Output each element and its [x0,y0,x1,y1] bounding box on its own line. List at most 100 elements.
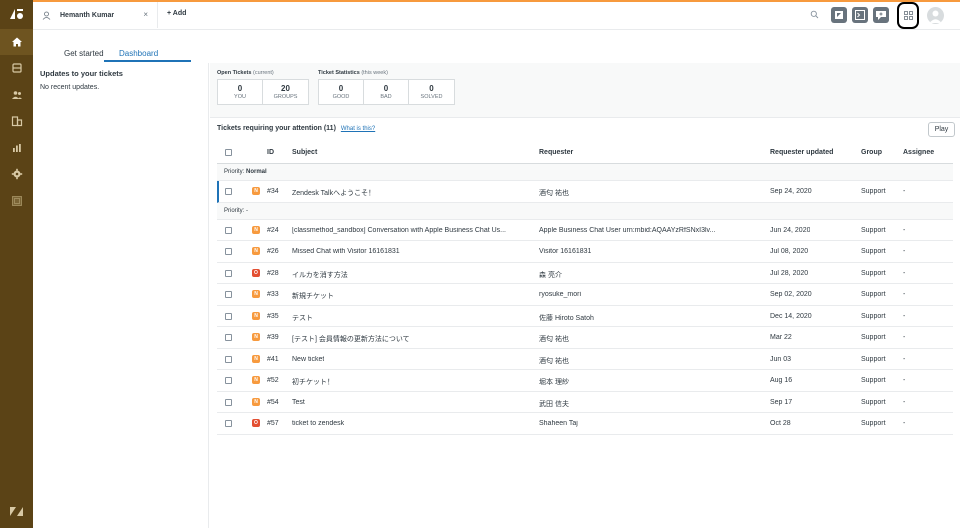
what-is-this-link[interactable]: What is this? [341,126,375,132]
updates-title: Updates to your tickets [40,69,123,78]
ticket-requester: ryosuke_mori [539,291,582,298]
ticket-subject[interactable]: イルカを消す方法 [292,270,348,280]
nav-app[interactable] [0,188,33,214]
stat-solved[interactable]: 0 SOLVED [409,80,454,104]
ticket-updated: Jul 28, 2020 [770,269,809,277]
close-icon[interactable]: × [143,10,148,19]
search-icon[interactable] [810,10,819,19]
table-row[interactable]: O #57 ticket to zendesk Shaheen Taj Oct 28 Su… [217,413,953,435]
select-all-checkbox[interactable] [225,149,232,156]
ticket-id[interactable]: #41 [267,356,279,363]
row-checkbox[interactable] [225,334,232,341]
table-row[interactable]: N #39 [テスト] 会員情報の更新方法について 酒匂 祐也 Mar 22 Suppor… [217,327,953,349]
ticket-id[interactable]: #24 [267,227,279,234]
status-badge: N [252,247,260,255]
col-group[interactable]: Group [861,149,882,156]
table-row[interactable]: O #28 イルカを消す方法 森 亮介 Jul 28, 2020 Support - [217,263,953,284]
ticket-assignee: - [903,420,906,427]
stat-you[interactable]: 0 YOU [218,80,263,104]
col-requester-updated[interactable]: Requester updated [770,149,833,156]
table-row[interactable]: N #33 新規チケット ryosuke_mori Sep 02, 2020 Suppor… [217,284,953,306]
ticket-subject[interactable]: ticket to zendesk [292,420,344,427]
ticket-group: Support [861,398,886,406]
tickets-title-text: Tickets requiring your attention (11) [217,125,336,132]
product-tray-button[interactable] [831,7,847,23]
nav-views[interactable] [0,55,33,81]
ticket-requester: Shaheen Taj [539,420,578,427]
user-tab[interactable]: Hemanth Kumar × [33,2,158,28]
table-row[interactable]: N #34 Zendesk Talkへようこそ！ 酒匂 祐也 Sep 24, 2020 S… [217,181,953,203]
row-checkbox[interactable] [225,355,232,363]
stat-bad[interactable]: 0 BAD [364,80,409,104]
ticket-subject[interactable]: [テスト] 会員情報の更新方法について [292,334,410,344]
tickets-table: ID Subject Requester Requester updated G… [217,143,953,435]
status-badge: O [252,419,260,427]
ticket-group: Support [861,355,886,363]
tab-dashboard[interactable]: Dashboard [119,49,158,58]
tab-get-started[interactable]: Get started [64,49,104,58]
chat-button[interactable] [873,7,889,23]
apps-button[interactable] [897,2,919,29]
add-button[interactable]: + Add [167,10,186,17]
gear-icon [11,168,22,180]
nav-admin[interactable] [0,161,33,187]
ticket-subject[interactable]: テスト [292,313,313,323]
table-row[interactable]: N #52 初チケット！ 堀本 理紗 Aug 16 Support - [217,370,953,392]
organizations-icon [11,116,22,127]
table-row[interactable]: N #24 [classmethod_sandbox] Conversation w… [217,220,953,241]
terminal-button[interactable] [852,7,868,23]
col-subject[interactable]: Subject [292,149,317,156]
ticket-requester: 酒匂 祐也 [539,357,569,365]
zendesk-logo[interactable] [9,8,24,20]
play-button[interactable]: Play [928,122,955,137]
group-row-none: Priority: - [217,202,953,220]
ticket-id[interactable]: #33 [267,291,279,298]
nav-reporting[interactable] [0,135,33,161]
ticket-assignee: - [903,312,906,320]
table-row[interactable]: N #35 テスト 佐藤 Hiroto Satoh Dec 14, 2020 Suppor… [217,306,953,327]
table-row[interactable]: N #54 Test 武田 信夫 Sep 17 Support - [217,392,953,413]
ticket-subject[interactable]: 初チケット！ [292,377,334,387]
ticket-updated: Sep 02, 2020 [770,291,812,298]
row-checkbox[interactable] [225,398,232,406]
ticket-id[interactable]: #52 [267,377,279,384]
ticket-subject[interactable]: Zendesk Talkへようこそ！ [292,188,375,198]
ticket-subject[interactable]: New ticket [292,356,324,363]
table-rows: N #24 [classmethod_sandbox] Conversation w… [217,220,953,435]
row-checkbox[interactable] [225,248,232,255]
nav-home[interactable] [0,29,33,55]
row-checkbox[interactable] [225,377,232,384]
nav-customers[interactable] [0,82,33,108]
ticket-subject[interactable]: Missed Chat with Visitor 16161831 [292,248,400,255]
row-checkbox[interactable] [225,188,232,195]
ticket-id[interactable]: #34 [267,188,279,195]
stat-good[interactable]: 0 GOOD [319,80,364,104]
ticket-group: Support [861,312,886,320]
row-checkbox[interactable] [225,291,232,298]
nav-organizations[interactable] [0,108,33,134]
ticket-subject[interactable]: [classmethod_sandbox] Conversation with … [292,227,506,234]
ticket-subject[interactable]: Test [292,399,305,406]
views-icon [11,63,22,73]
ticket-requester: Apple Business Chat User urn:mbid:AQAAYz… [539,226,716,234]
col-assignee[interactable]: Assignee [903,149,934,156]
col-requester[interactable]: Requester [539,149,573,156]
ticket-group: Support [861,188,886,195]
table-row[interactable]: N #41 New ticket 酒匂 祐也 Jun 03 Support - [217,349,953,370]
ticket-id[interactable]: #35 [267,313,279,320]
ticket-id[interactable]: #26 [267,248,279,255]
stat-groups[interactable]: 20 GROUPS [263,80,308,104]
ticket-id[interactable]: #54 [267,399,279,406]
reporting-icon [12,144,21,152]
table-row[interactable]: N #26 Missed Chat with Visitor 16161831 Vis… [217,241,953,263]
ticket-id[interactable]: #28 [267,270,279,277]
ticket-id[interactable]: #39 [267,334,279,341]
row-checkbox[interactable] [225,420,232,427]
row-checkbox[interactable] [225,312,232,320]
ticket-id[interactable]: #57 [267,420,279,427]
row-checkbox[interactable] [225,226,232,234]
col-id[interactable]: ID [267,149,274,156]
row-checkbox[interactable] [225,269,232,277]
avatar[interactable] [927,7,944,24]
ticket-subject[interactable]: 新規チケット [292,291,334,301]
